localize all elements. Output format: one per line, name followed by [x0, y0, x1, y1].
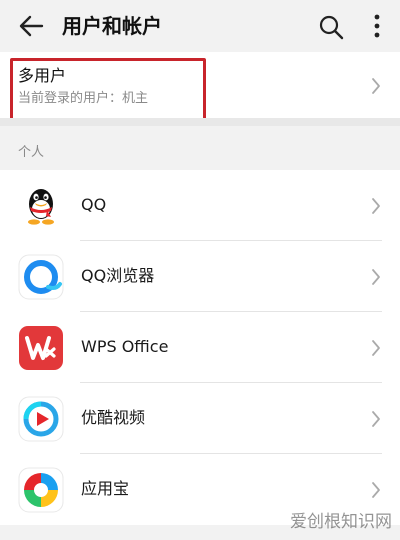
- qq-icon: [28, 189, 54, 225]
- list-item-wps-office[interactable]: WPS Office: [0, 312, 400, 383]
- chevron-right-icon: [372, 411, 380, 427]
- youku-icon: [18, 396, 64, 442]
- wps-office-icon: [19, 326, 63, 370]
- yingyongbao-icon: [18, 467, 64, 513]
- list-item-label: WPS Office: [81, 337, 169, 356]
- list-item-label: 应用宝: [81, 479, 130, 498]
- page-title: 用户和帐户: [62, 14, 162, 38]
- watermark: 爱创根知识网: [290, 512, 392, 532]
- multi-user-title: 多用户: [18, 66, 67, 85]
- chevron-right-icon: [372, 198, 380, 214]
- section-divider: [0, 118, 400, 126]
- app-bar: 用户和帐户: [0, 0, 400, 52]
- list-item-qq[interactable]: QQ: [0, 170, 400, 241]
- section-label-personal: 个人: [18, 145, 45, 160]
- chevron-right-icon: [372, 340, 380, 356]
- list-item-youku[interactable]: 优酷视频: [0, 383, 400, 454]
- chevron-right-icon: [372, 78, 380, 94]
- back-arrow-icon[interactable]: [18, 14, 44, 38]
- list-item-label: 优酷视频: [81, 408, 146, 427]
- list-item-label: QQ浏览器: [81, 266, 155, 285]
- multi-user-subtitle: 当前登录的用户：机主: [18, 91, 149, 106]
- account-list: QQ QQ浏览器 WPS Office 优酷视频 应用宝: [0, 170, 400, 525]
- list-item-qq-browser[interactable]: QQ浏览器: [0, 241, 400, 312]
- search-icon[interactable]: [318, 14, 344, 40]
- more-vertical-icon[interactable]: [370, 13, 384, 39]
- list-item-label: QQ: [81, 195, 107, 214]
- qq-browser-icon: [18, 254, 64, 300]
- chevron-right-icon: [372, 482, 380, 498]
- chevron-right-icon: [372, 269, 380, 285]
